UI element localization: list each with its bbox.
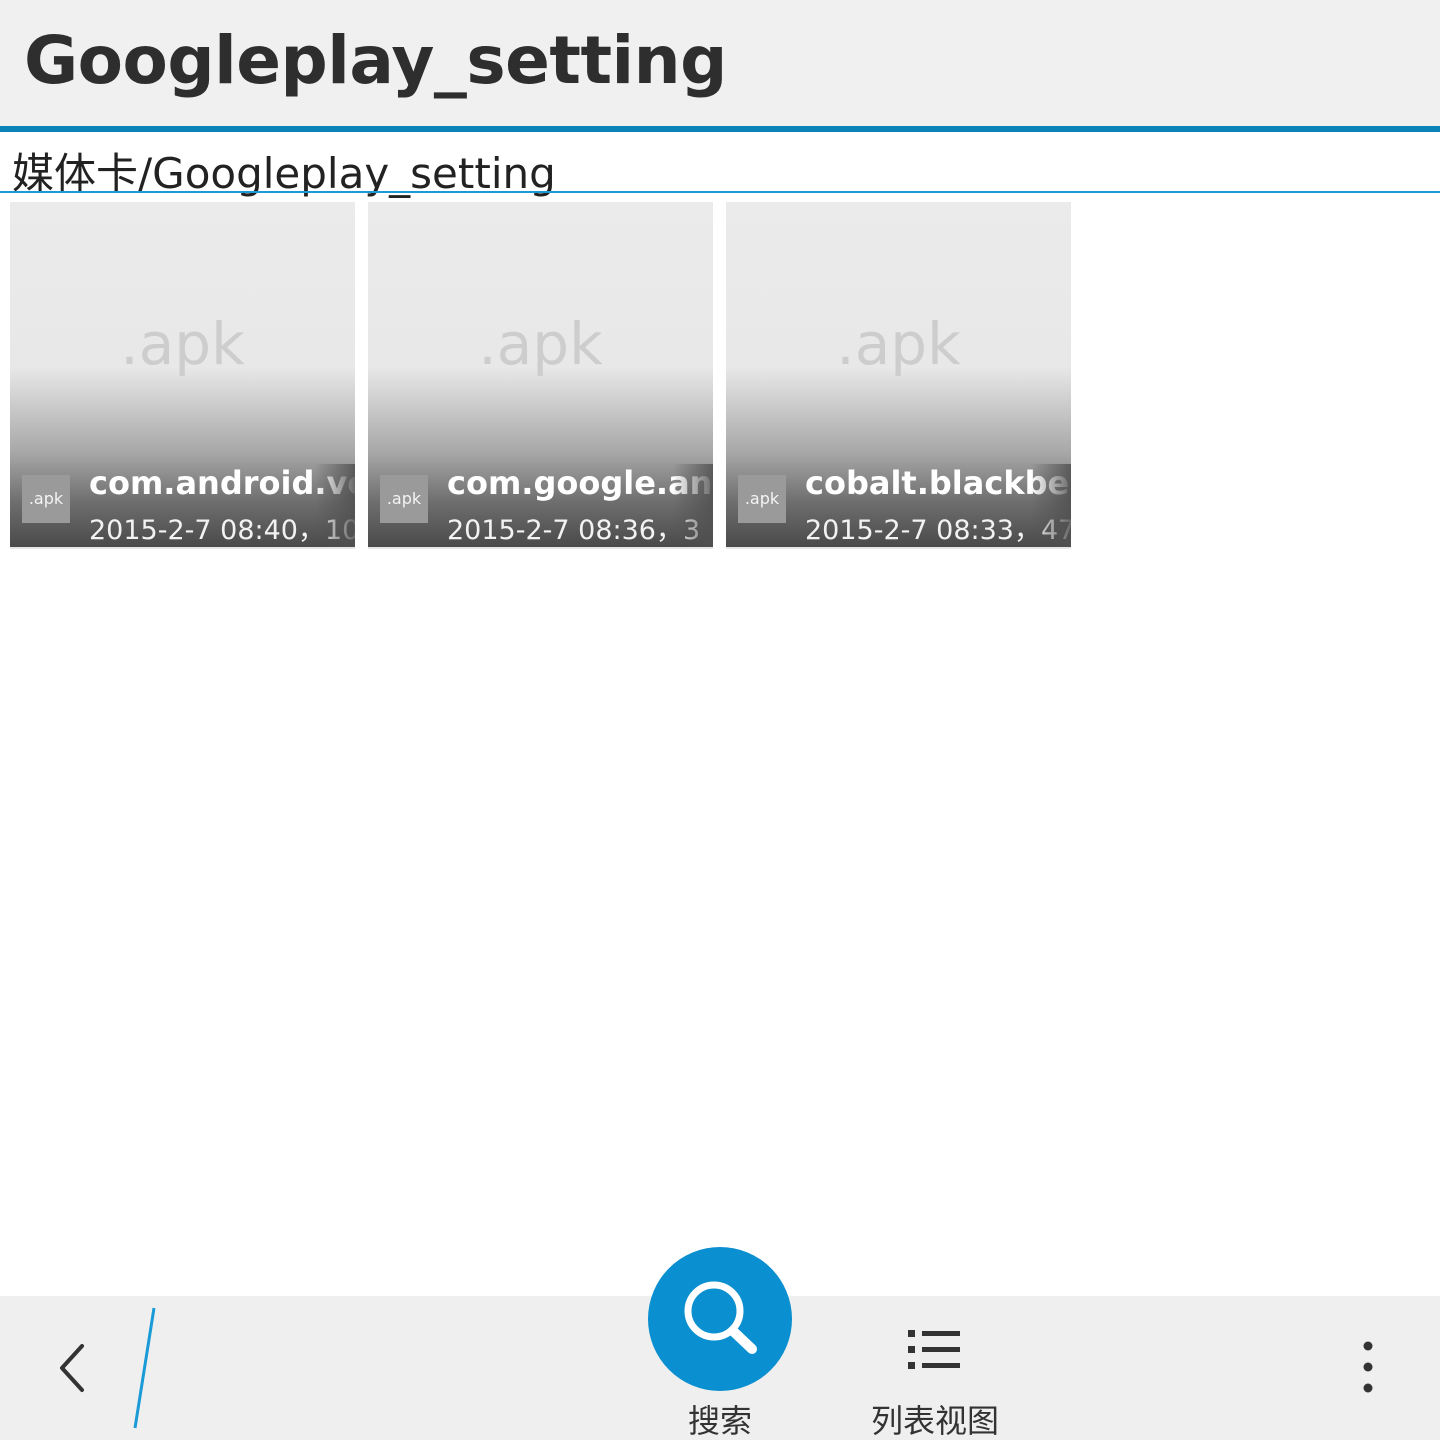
file-tile[interactable]: .apk .apk cobalt.blackberr 2015-2-7 08:3…	[726, 202, 1071, 547]
breadcrumb[interactable]: 媒体卡/Googleplay_setting	[0, 132, 1440, 198]
breadcrumb-underline	[0, 191, 1440, 193]
file-type-preview: .apk	[478, 310, 603, 378]
search-icon	[684, 1281, 757, 1354]
list-view-label[interactable]: 列表视图	[850, 1396, 1020, 1442]
list-view-button[interactable]	[900, 1326, 970, 1374]
back-icon	[60, 1344, 84, 1392]
file-tile[interactable]: .apk .apk com.google.and 2015-2-7 08:36，…	[368, 202, 713, 547]
back-button[interactable]	[40, 1330, 110, 1406]
file-type-preview: .apk	[836, 310, 961, 378]
text-fade	[1031, 464, 1071, 547]
overflow-menu-icon	[1363, 1341, 1373, 1393]
action-bar-divider	[120, 1306, 170, 1430]
overflow-menu-button[interactable]	[1348, 1338, 1388, 1398]
apk-file-icon: .apk	[738, 475, 786, 523]
title-bar: Googleplay_setting	[0, 0, 1440, 126]
text-fade	[673, 464, 713, 547]
text-fade	[315, 464, 355, 547]
apk-file-icon: .apk	[22, 475, 70, 523]
file-type-preview: .apk	[120, 310, 245, 378]
file-tile[interactable]: .apk .apk com.android.ve 2015-2-7 08:40，…	[10, 202, 355, 547]
page-title: Googleplay_setting	[24, 22, 727, 99]
apk-file-icon: .apk	[380, 475, 428, 523]
search-button[interactable]	[648, 1247, 792, 1391]
list-view-icon	[908, 1330, 960, 1369]
search-button-label[interactable]: 搜索	[640, 1396, 800, 1442]
